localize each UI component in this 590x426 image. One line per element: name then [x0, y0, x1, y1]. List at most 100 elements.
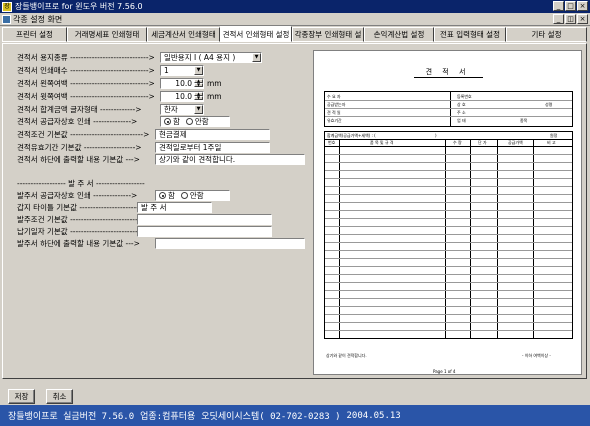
- copies-row: 견적서 인쇄매수 ----------------------------->: [17, 65, 155, 76]
- app-icon: 장: [2, 1, 12, 12]
- title-underline: [414, 77, 483, 78]
- col-qty: 수 량: [453, 140, 462, 145]
- delivery-label: 납기일자 기본값 --------------------------->: [17, 227, 150, 236]
- child-window-title: 각종 설정 화면: [13, 14, 63, 24]
- po-title-row: 갑지 타이틀 기본값 ----------------------->: [17, 202, 148, 213]
- condition-input[interactable]: 현금결제: [155, 129, 270, 140]
- paper-select[interactable]: 일반용지 I ( A4 용지 ) ▼: [160, 52, 262, 63]
- supplier-label: 견적서 공급자상호 인쇄 -------------->: [17, 117, 138, 126]
- footer-input[interactable]: 상기와 같이 견적합니다.: [155, 154, 305, 165]
- po-title-input[interactable]: 발 주 서: [137, 202, 212, 213]
- total-format-value: 한자: [164, 105, 178, 114]
- col-note: 비 고: [547, 140, 556, 145]
- chevron-down-icon[interactable]: ▼: [194, 66, 203, 75]
- po-footer-label: 발주서 하단에 출력할 내용 기본값 --->: [17, 239, 140, 248]
- status-date: 2004.05.13: [346, 410, 401, 421]
- tab-voucher[interactable]: 전표 입력형태 설정: [434, 27, 506, 42]
- tab-printer[interactable]: 프린터 설정: [2, 27, 67, 42]
- settings-tabs: 프린터 설정 거래명세표 인쇄형태 세금계산서 인쇄형태 견적서 인쇄형태 설정…: [2, 26, 587, 43]
- close-button[interactable]: ×: [577, 1, 588, 11]
- delivery-input[interactable]: [137, 226, 272, 237]
- po-supplier-yes-radio[interactable]: 함: [159, 190, 175, 201]
- unit-label: mm: [207, 92, 222, 101]
- validity-input[interactable]: 견적일로부터 1주일: [155, 142, 270, 153]
- condition-label: 견적조건 기본값 --------------------------->: [17, 130, 150, 139]
- cancel-button[interactable]: 취소: [46, 389, 73, 404]
- copies-select[interactable]: 1 ▼: [160, 65, 204, 76]
- col-price: 단 가: [478, 140, 487, 145]
- copies-value: 1: [164, 66, 169, 75]
- left-margin-value: 10.0: [175, 79, 192, 88]
- preview-footer-text: 상기와 같이 견적합니다.: [326, 353, 367, 358]
- window-title: 장들뱅이프로 for 윈도우 버전 7.56.0: [15, 2, 143, 11]
- total-format-select[interactable]: 한자 ▼: [160, 104, 204, 115]
- chevron-down-icon[interactable]: ▼: [194, 105, 203, 114]
- minimize-button[interactable]: _: [553, 1, 564, 11]
- supplier-radio-group: 함 안함: [160, 116, 230, 127]
- supplier-row: 견적서 공급자상호 인쇄 -------------->: [17, 116, 137, 127]
- chevron-down-icon[interactable]: ▼: [252, 53, 261, 62]
- save-button[interactable]: 저장: [8, 389, 35, 404]
- po-condition-label: 발주조건 기본값 ------------------------->: [17, 215, 145, 224]
- preview-footer-end: - 이하 여백이상 -: [522, 353, 551, 358]
- tab-invoice[interactable]: 거래명세표 인쇄형태: [67, 27, 147, 42]
- po-footer-row: 발주서 하단에 출력할 내용 기본값 --->: [17, 238, 140, 249]
- spin-down-icon[interactable]: ▼: [194, 96, 203, 100]
- po-supplier-label: 발주서 공급자상호 인쇄 -------------->: [17, 191, 138, 200]
- unit-label: mm: [207, 79, 222, 88]
- spin-down-icon[interactable]: ▼: [194, 83, 203, 87]
- po-condition-input[interactable]: [137, 214, 272, 225]
- po-supplier-no-radio[interactable]: 안함: [180, 190, 204, 201]
- supplier-no-radio[interactable]: 안함: [185, 116, 209, 127]
- top-margin-stepper[interactable]: 10.0 ▲ ▼: [160, 91, 204, 102]
- preview-title: 견 적 서: [425, 68, 470, 76]
- hdr-j: 종목: [520, 118, 528, 123]
- left-margin-stepper[interactable]: 10.0 ▲ ▼: [160, 78, 204, 89]
- col-amount: 공급가액: [508, 140, 523, 145]
- hdr-d: 유효기간: [327, 118, 342, 123]
- col-no: 번호: [328, 140, 336, 145]
- page-indicator: Page 1 of 4: [433, 369, 456, 374]
- footer-row: 견적서 하단에 출력할 내용 기본값 --->: [17, 154, 140, 165]
- total-paren: ): [435, 133, 437, 138]
- tab-tax-invoice[interactable]: 세금계산서 인쇄형태: [147, 27, 220, 42]
- hdr-h: 업 태: [457, 118, 466, 123]
- child-close-button[interactable]: ×: [577, 14, 588, 24]
- status-usage: 업종:컴퓨터용: [140, 412, 196, 422]
- app-titlebar: 장 장들뱅이프로 for 윈도우 버전 7.56.0 _ □ ×: [0, 0, 590, 13]
- status-product: 장들뱅이프로 실금버전 7.56.0: [8, 412, 135, 422]
- condition-row: 견적조건 기본값 --------------------------->: [17, 129, 149, 140]
- tab-estimate[interactable]: 견적서 인쇄형태 설정: [220, 26, 292, 42]
- paper-value: 일반용지 I ( A4 용지 ): [164, 53, 236, 62]
- maximize-button[interactable]: □: [565, 1, 576, 11]
- validity-label: 견적유효기간 기본값 ------------------->: [17, 143, 142, 152]
- po-section-divider: ------------------ 발 주 서 ---------------…: [17, 179, 145, 188]
- preview-header-box: 수 요 자 공급받는자 견 적 일 유효기간 등록번호 상 호 주 소 업 태 …: [324, 91, 573, 127]
- print-preview: 견 적 서 수 요 자 공급받는자 견 적 일 유효기간 등록번호 상 호 주 …: [313, 50, 582, 375]
- status-company: 오딧세이시스템( 02-702-0283 ): [201, 412, 341, 422]
- paper-row: 견적서 용지종류 ----------------------------->: [17, 52, 155, 63]
- col-item: 품 목 및 규 격: [370, 140, 394, 145]
- po-condition-row: 발주조건 기본값 ------------------------->: [17, 214, 144, 225]
- left-margin-label: 견적서 왼쪽여백 ----------------------------->: [17, 79, 155, 88]
- child-window-bar: 각종 설정 화면 _ ◫ ×: [0, 13, 590, 26]
- po-title-label: 갑지 타이틀 기본값 ----------------------->: [17, 203, 148, 212]
- child-restore-button[interactable]: ◫: [565, 14, 576, 24]
- top-margin-label: 견적서 윗쪽여백 ----------------------------->: [17, 92, 155, 101]
- validity-row: 견적유효기간 기본값 ------------------->: [17, 142, 142, 153]
- tab-ledger[interactable]: 각종장부 인쇄형태 설: [292, 27, 364, 42]
- po-supplier-radio-group: 함 안함: [155, 190, 230, 201]
- footer-label: 견적서 하단에 출력할 내용 기본값 --->: [17, 155, 140, 164]
- top-margin-row: 견적서 윗쪽여백 ----------------------------->: [17, 91, 155, 102]
- tab-other[interactable]: 기타 설정: [506, 27, 587, 42]
- total-format-row: 견적서 합계금액 글자형태 ------------->: [17, 104, 142, 115]
- po-footer-input[interactable]: [155, 238, 305, 249]
- po-supplier-row: 발주서 공급자상호 인쇄 -------------->: [17, 190, 137, 201]
- left-margin-row: 견적서 왼쪽여백 ----------------------------->: [17, 78, 155, 89]
- delivery-row: 납기일자 기본값 --------------------------->: [17, 226, 149, 237]
- total-format-label: 견적서 합계금액 글자형태 ------------->: [17, 105, 142, 114]
- tab-profit[interactable]: 손익계산법 설정: [364, 27, 434, 42]
- supplier-yes-radio[interactable]: 함: [164, 116, 180, 127]
- window-icon: [2, 14, 11, 24]
- child-minimize-button[interactable]: _: [553, 14, 564, 24]
